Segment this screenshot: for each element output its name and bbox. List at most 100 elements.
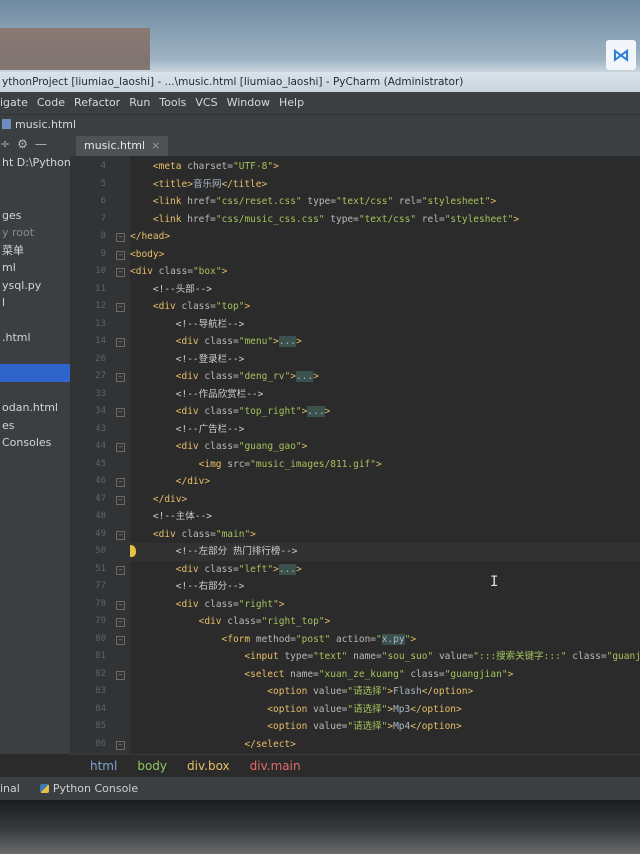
project-tree-item[interactable]: l	[0, 294, 70, 312]
menu-item-vcs[interactable]: VCS	[195, 96, 217, 109]
desk-foreground	[0, 800, 640, 854]
fold-toggle-icon[interactable]: −	[116, 530, 125, 540]
project-tree-item[interactable]: ges	[0, 207, 70, 225]
breadcrumb-item[interactable]: body	[137, 759, 167, 773]
project-tree-item[interactable]: 菜单	[0, 242, 70, 260]
project-tree-item[interactable]	[0, 189, 70, 207]
code-line[interactable]: <form method="post" action="x.py">	[130, 631, 416, 649]
python-console-tool-button[interactable]: Python Console	[39, 782, 138, 795]
project-tree-item[interactable]	[0, 382, 70, 400]
fold-toggle-icon[interactable]: −	[116, 233, 125, 242]
menu-item-igate[interactable]: igate	[0, 96, 28, 109]
fold-toggle-icon[interactable]: −	[116, 408, 125, 417]
code-line[interactable]: </head>	[130, 228, 170, 246]
code-line[interactable]: <body>	[130, 246, 164, 264]
code-editor[interactable]: <meta charset="UTF-8"> <title>音乐网</title…	[130, 156, 640, 754]
fold-toggle-icon[interactable]: −	[116, 303, 125, 312]
line-number-gutter: 4 5 6 7 8−9−10−11 12−13 14−26 27−33 34−43 44−45 46…	[70, 156, 130, 766]
breadcrumb-item[interactable]: div.box	[187, 759, 230, 773]
code-line[interactable]: <div class="left">...>	[130, 561, 302, 579]
project-tree-item[interactable]: ht D:\PythonP	[0, 154, 70, 172]
menu-item-code[interactable]: Code	[37, 96, 65, 109]
code-line[interactable]: <div class="top">	[130, 298, 250, 316]
close-tab-icon[interactable]: ×	[151, 139, 160, 152]
fold-toggle-icon[interactable]: −	[116, 600, 125, 610]
fold-toggle-icon[interactable]: −	[116, 338, 125, 347]
fold-toggle-icon[interactable]: −	[116, 618, 125, 627]
code-line[interactable]: <div class="top_right">...>	[130, 403, 330, 421]
code-line[interactable]: <div class="right_top">	[130, 613, 331, 631]
code-line[interactable]: <select name="xuan_ze_kuang" class="guan…	[130, 666, 513, 684]
line-number: 12	[95, 301, 106, 311]
code-line[interactable]: <meta charset="UTF-8">	[130, 158, 279, 176]
fold-toggle-icon[interactable]: −	[116, 635, 125, 645]
code-line[interactable]: <!--作品欣赏栏-->	[130, 386, 264, 404]
nav-file-label[interactable]: music.html	[15, 118, 76, 131]
hide-panel-icon[interactable]: —	[35, 137, 47, 151]
project-tree-item[interactable]: ml	[0, 259, 70, 277]
code-line[interactable]: <div class="right">	[130, 596, 285, 614]
code-line[interactable]: <link href="css/music_css.css" type="tex…	[130, 211, 519, 229]
code-line[interactable]: <div class="main">	[130, 526, 256, 544]
fold-toggle-icon[interactable]: −	[116, 670, 125, 680]
intention-lightbulb-icon[interactable]	[130, 545, 136, 557]
menu-item-window[interactable]: Window	[227, 96, 270, 109]
code-line[interactable]: </div>	[130, 473, 210, 491]
menu-item-refactor[interactable]: Refactor	[74, 96, 120, 109]
code-line[interactable]: <link href="css/reset.css" type="text/cs…	[130, 193, 496, 211]
code-line[interactable]: <title>音乐网</title>	[130, 176, 267, 194]
code-line[interactable]: <input type="text" name="sou_suo" value=…	[130, 648, 640, 666]
code-line[interactable]: <!--右部分-->	[130, 578, 245, 596]
code-line[interactable]: <div class="guang_gao">	[130, 438, 308, 456]
line-number: 26	[95, 353, 106, 364]
line-number: 80	[95, 633, 106, 644]
line-number: 45	[95, 458, 106, 469]
code-line[interactable]: <div class="box">	[130, 263, 227, 281]
line-number: 49	[95, 528, 106, 539]
fold-toggle-icon[interactable]: −	[116, 250, 125, 260]
code-line[interactable]: <img src="music_images/811.gif">	[130, 456, 382, 474]
code-line[interactable]: <!--头部-->	[130, 281, 212, 299]
code-line[interactable]: <!--登录栏-->	[130, 351, 245, 369]
code-line[interactable]: </select>	[130, 736, 295, 754]
fold-toggle-icon[interactable]: −	[116, 268, 125, 277]
tab-music-html[interactable]: music.html ×	[76, 136, 169, 158]
settings-gear-icon[interactable]: ⚙	[17, 137, 28, 151]
code-line[interactable]: <!--导航栏-->	[130, 316, 245, 334]
breadcrumb-item[interactable]: html	[90, 759, 117, 773]
terminal-tool-button[interactable]: inal	[0, 782, 20, 795]
code-line[interactable]: <div class="deng_rv">...>	[130, 368, 319, 386]
code-line[interactable]: <div class="menu">...>	[130, 333, 302, 351]
fold-toggle-icon[interactable]: −	[116, 478, 125, 487]
fold-toggle-icon[interactable]: −	[116, 495, 125, 505]
project-tree-item[interactable]: es	[0, 417, 70, 435]
project-tree-item[interactable]	[0, 347, 70, 365]
code-line[interactable]: <option value="请选择">Flash</option>	[130, 683, 473, 701]
project-tree-item[interactable]: Consoles	[0, 434, 70, 452]
project-tree-item[interactable]: odan.html	[0, 399, 70, 417]
project-tree-item[interactable]	[0, 364, 70, 382]
line-number: 85	[95, 721, 106, 731]
project-tree-item[interactable]: y root	[0, 224, 70, 242]
project-tree-item[interactable]: .html	[0, 329, 70, 347]
fold-toggle-icon[interactable]: −	[116, 443, 125, 452]
project-tree-item[interactable]: ysql.py	[0, 277, 70, 295]
menu-item-help[interactable]: Help	[279, 96, 304, 109]
code-line[interactable]: <!--广告栏-->	[130, 421, 245, 439]
code-line[interactable]: <!--左部分 热门排行榜-->	[130, 543, 640, 561]
project-tree-item[interactable]	[0, 172, 70, 190]
fold-toggle-icon[interactable]: −	[116, 373, 125, 382]
code-line[interactable]: </div>	[130, 491, 187, 509]
code-line[interactable]: <option value="请选择">Mp4</option>	[130, 718, 461, 736]
visual-studio-icon[interactable]: ⋈	[606, 40, 636, 70]
menu-item-tools[interactable]: Tools	[159, 96, 186, 109]
code-line[interactable]: <!--主体-->	[130, 508, 212, 526]
collapse-icon[interactable]: ÷	[0, 137, 10, 151]
menu-item-run[interactable]: Run	[129, 96, 150, 109]
project-tree-item[interactable]	[0, 312, 70, 330]
fold-toggle-icon[interactable]: −	[116, 740, 125, 750]
code-line[interactable]: <option value="请选择">Mp3</option>	[130, 701, 461, 719]
fold-toggle-icon[interactable]: −	[116, 565, 125, 575]
tool-window-label: inal	[0, 782, 20, 795]
breadcrumb-item[interactable]: div.main	[250, 759, 301, 773]
